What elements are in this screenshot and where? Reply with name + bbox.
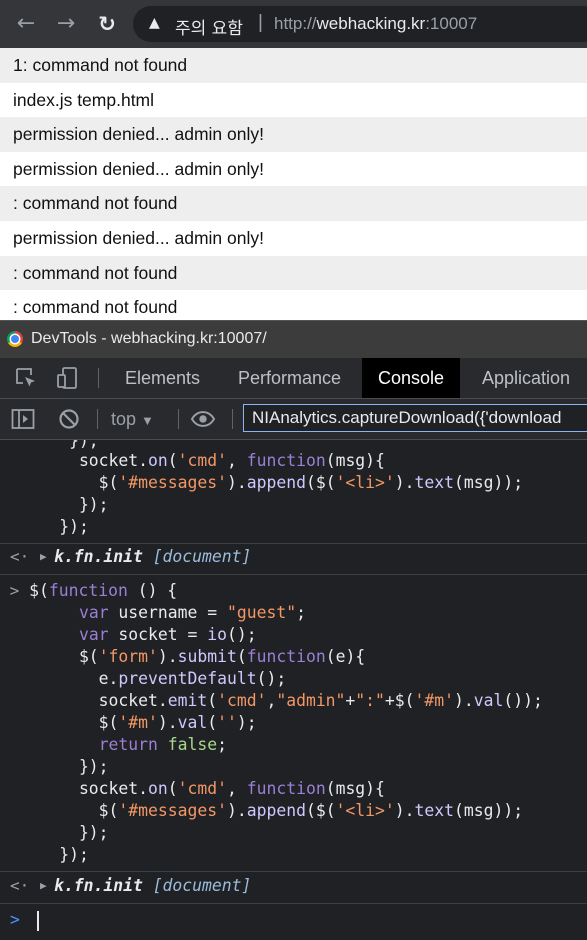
messages-list: 1: command not found index.js temp.html … — [0, 48, 587, 320]
return-arrow-icon: <· — [10, 876, 30, 895]
toolbar-separator — [178, 409, 179, 429]
eye-icon[interactable] — [191, 408, 215, 430]
message-item: index.js temp.html — [13, 89, 155, 110]
back-arrow-icon[interactable]: ← — [12, 10, 40, 38]
message-item: permission denied... admin only! — [0, 117, 587, 152]
forward-arrow-icon[interactable]: → — [52, 10, 80, 38]
console-filter-input[interactable]: NIAnalytics.captureDownload({'download — [243, 404, 587, 432]
inspect-element-icon[interactable] — [14, 366, 38, 390]
row-divider — [0, 903, 587, 904]
input-prompt-icon: > — [0, 581, 20, 600]
tab-console[interactable]: Console — [362, 358, 461, 398]
message-item: 1: command not found — [0, 48, 587, 83]
code-line: e.preventDefault(); — [0, 669, 287, 688]
reload-icon[interactable]: ↻ — [93, 10, 121, 38]
url-scheme: http:// — [274, 14, 317, 33]
context-select[interactable]: top ▼ — [111, 406, 154, 432]
code-line: $('form').submit(function(e){ — [0, 647, 366, 666]
code-line: $('#messages').append($('<li>').text(msg… — [0, 473, 524, 492]
code-line: $('#messages').append($('<li>').text(msg… — [0, 801, 524, 820]
console-input-caret[interactable] — [37, 911, 39, 931]
expand-triangle-icon[interactable]: ▶ — [40, 546, 47, 568]
code-line: }); — [0, 757, 109, 776]
warning-icon[interactable]: ▲ — [149, 15, 160, 31]
chevron-down-icon: ▼ — [141, 413, 154, 428]
message-item: permission denied... admin only! — [13, 227, 264, 248]
message-item: permission denied... admin only! — [13, 158, 264, 179]
message-item: : command not found — [0, 186, 587, 221]
message-item: : command not found — [13, 297, 178, 318]
devtools-title: DevTools - webhacking.kr:10007/ — [31, 330, 267, 347]
row-divider — [0, 574, 587, 575]
code-line: socket.on('cmd', function(msg){ — [0, 779, 385, 798]
toolbar-separator — [97, 409, 98, 429]
url-text[interactable]: http://webhacking.kr:10007 — [274, 14, 477, 34]
chrome-logo-icon — [7, 331, 23, 347]
code-line: return false; — [98, 735, 227, 754]
code-line: var socket = io(); — [78, 625, 257, 644]
tab-elements[interactable]: Elements — [109, 358, 216, 398]
prompt-chevron-icon: > — [10, 910, 20, 929]
url-port: :10007 — [425, 14, 478, 33]
code-line: var username = "guest"; — [78, 603, 306, 622]
tab-separator — [98, 368, 99, 388]
device-toolbar-icon[interactable] — [55, 366, 79, 390]
message-item: : command not found — [0, 255, 587, 291]
row-divider — [0, 871, 587, 872]
code-line: }); — [0, 823, 109, 842]
return-arrow-icon: <· — [10, 547, 30, 566]
result-value[interactable]: k.fn.init [document] — [54, 546, 251, 568]
browser-toolbar: ← → ↻ ▲ 주의 요함 | http://webhacking.kr:100… — [0, 0, 587, 48]
address-bar[interactable]: ▲ 주의 요함 | http://webhacking.kr:10007 — [133, 6, 587, 42]
code-line: }); — [0, 845, 89, 864]
console-output[interactable]: }); socket.on('cmd', function(msg){ $('#… — [0, 440, 587, 940]
console-result-row[interactable]: <· ▶ k.fn.init [document] — [0, 546, 587, 568]
context-value: top — [111, 409, 137, 429]
code-line: }); — [0, 495, 109, 514]
expand-triangle-icon[interactable]: ▶ — [40, 875, 47, 897]
code-line: > $(function () { — [0, 581, 178, 600]
show-sidebar-icon[interactable] — [11, 408, 35, 430]
address-separator: | — [258, 12, 263, 33]
row-divider — [0, 543, 587, 544]
console-toolbar: top ▼ NIAnalytics.captureDownload({'down… — [0, 399, 587, 440]
code-line: $('#m').val(''); — [0, 713, 257, 732]
toolbar-separator — [232, 409, 233, 429]
tab-application[interactable]: Application — [466, 358, 586, 398]
console-prompt-row[interactable]: > — [10, 909, 20, 931]
security-label[interactable]: 주의 요함 — [175, 14, 243, 39]
url-host: webhacking.kr — [316, 14, 426, 33]
code-line: socket.emit('cmd',"admin"+":"+$('#m').va… — [0, 691, 543, 710]
console-result-row[interactable]: <· ▶ k.fn.init [document] — [0, 875, 587, 897]
devtools-tabbar: Elements Performance Console Application — [0, 358, 587, 399]
devtools-titlebar: DevTools - webhacking.kr:10007/ — [0, 320, 587, 359]
result-value[interactable]: k.fn.init [document] — [54, 875, 251, 897]
clear-console-icon[interactable] — [57, 408, 81, 430]
tab-performance[interactable]: Performance — [222, 358, 357, 398]
code-line: socket.on('cmd', function(msg){ — [0, 451, 385, 470]
code-line: }); — [0, 517, 89, 536]
